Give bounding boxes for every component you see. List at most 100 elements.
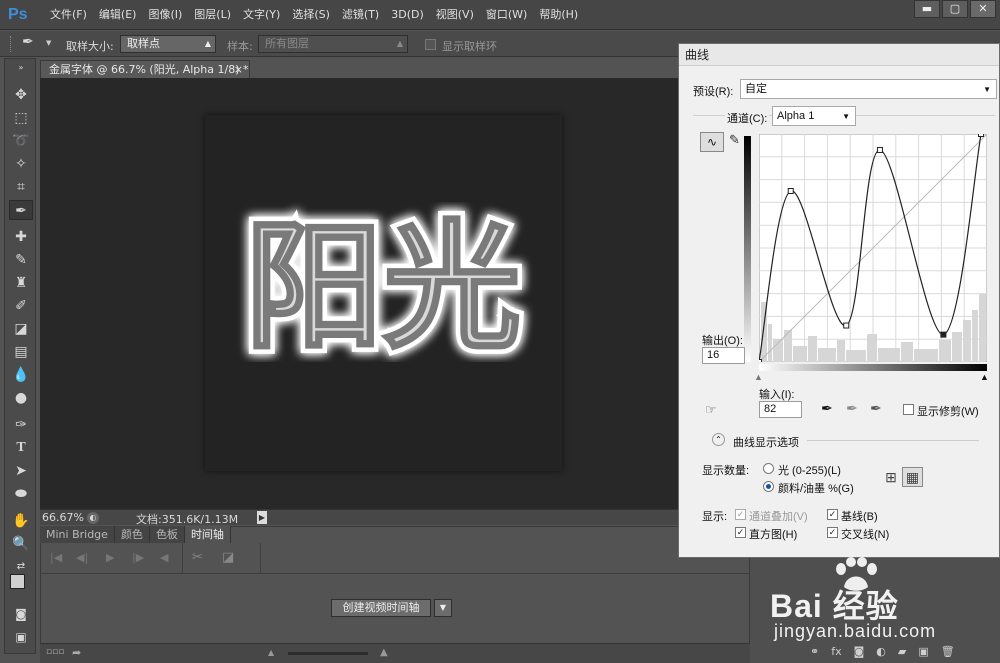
status-menu-arrow-icon[interactable]: ▶ (257, 511, 267, 524)
menu-layer[interactable]: 图层(L) (188, 0, 237, 30)
chevron-down-icon[interactable]: ▼ (434, 599, 452, 617)
tab-swatches[interactable]: 色板 (149, 526, 185, 543)
light-radio[interactable] (763, 463, 774, 474)
healing-brush-tool-icon[interactable]: ✚ (9, 227, 33, 247)
white-point-slider[interactable]: ▲ (980, 372, 989, 382)
convert-icon[interactable]: ➦ (72, 646, 81, 659)
crop-tool-icon[interactable]: ⌗ (9, 177, 33, 197)
output-field[interactable]: 16 (702, 347, 745, 364)
curves-graph[interactable] (759, 134, 987, 362)
tab-timeline[interactable]: 时间轴 (184, 526, 231, 543)
curve-point[interactable] (759, 359, 762, 363)
sample-size-select[interactable]: 取样点 ▲ (120, 35, 216, 53)
type-tool-icon[interactable]: T (9, 438, 33, 458)
eyedropper-tool-icon[interactable]: ✒ (9, 200, 33, 220)
chevron-down-icon[interactable]: ▼ (46, 39, 51, 47)
brush-tool-icon[interactable]: ✎ (9, 250, 33, 270)
magic-wand-tool-icon[interactable]: ✧ (9, 154, 33, 174)
first-frame-icon[interactable]: |◀ (50, 551, 62, 564)
menu-help[interactable]: 帮助(H) (533, 0, 584, 30)
history-brush-tool-icon[interactable]: ✐ (9, 296, 33, 316)
curve-point[interactable] (940, 331, 947, 338)
menu-file[interactable]: 文件(F) (44, 0, 93, 30)
show-ring-label: 显示取样环 (442, 40, 497, 53)
next-frame-icon[interactable]: |▶ (132, 551, 144, 564)
gray-eyedropper-icon[interactable]: ✒ (846, 400, 858, 417)
zoom-tool-icon[interactable]: 🔍 (9, 534, 33, 554)
eraser-tool-icon[interactable]: ◪ (9, 319, 33, 339)
show-clipping-checkbox[interactable] (903, 404, 914, 415)
curve-point[interactable] (978, 134, 985, 137)
baidu-jingyan-watermark: Bai 经验 jingyan.baidu.com (770, 555, 1000, 655)
channel-select[interactable]: Alpha 1 ▼ (772, 106, 856, 126)
path-selection-tool-icon[interactable]: ➤ (9, 461, 33, 481)
move-tool-icon[interactable]: ✥ (9, 85, 33, 105)
hand-tool-icon[interactable]: ✋ (9, 511, 33, 531)
collapse-options-icon[interactable]: ⌃ (712, 433, 725, 446)
screen-mode-icon[interactable]: ▣ (9, 627, 33, 647)
detailed-grid-icon[interactable]: ▦ (902, 467, 923, 487)
document-tab[interactable]: 金属字体 @ 66.7% (阳光, Alpha 1/8) * × (40, 60, 250, 78)
black-point-slider[interactable]: ▲ (754, 372, 763, 382)
sample-size-value: 取样点 (127, 37, 160, 50)
maximize-button[interactable]: ▢ (942, 0, 968, 18)
baseline-checkbox[interactable]: ✓ (827, 509, 838, 520)
menu-select[interactable]: 选择(S) (286, 0, 336, 30)
curve-point[interactable] (843, 322, 850, 329)
simple-grid-icon[interactable]: ⊞ (882, 468, 900, 486)
show-ring-checkbox[interactable] (425, 39, 436, 50)
target-adjustment-hand-icon[interactable]: ☞ (705, 402, 717, 418)
pencil-icon[interactable]: ✎ (729, 132, 740, 148)
tab-mini-bridge[interactable]: Mini Bridge (40, 526, 115, 543)
channel-overlay-checkbox[interactable]: ✓ (735, 509, 746, 520)
create-video-timeline-button[interactable]: 创建视频时间轴 (331, 599, 431, 617)
curve-point[interactable] (787, 188, 794, 194)
dialog-title[interactable]: 曲线 (679, 44, 999, 66)
dodge-tool-icon[interactable]: ● (9, 388, 33, 408)
shape-tool-icon[interactable]: ⬬ (9, 484, 33, 504)
histogram-checkbox[interactable]: ✓ (735, 527, 746, 538)
transition-icon[interactable]: ◪ (222, 550, 234, 565)
blur-tool-icon[interactable]: 💧 (9, 365, 33, 385)
tab-color[interactable]: 颜色 (114, 526, 150, 543)
collapse-icon[interactable]: » (9, 63, 33, 73)
menu-view[interactable]: 视图(V) (430, 0, 480, 30)
zoom-in-mountain-icon[interactable]: ▲ (380, 647, 388, 658)
eyedropper-tool-preset-icon[interactable]: ✒ (22, 34, 34, 50)
input-field[interactable]: 82 (759, 401, 802, 418)
close-button[interactable]: ✕ (970, 0, 996, 18)
previous-frame-icon[interactable]: ◀| (76, 551, 88, 564)
split-scissors-icon[interactable]: ✂ (192, 550, 203, 565)
audio-icon[interactable]: ◀ (160, 551, 168, 564)
marquee-tool-icon[interactable]: ⬚ (9, 108, 33, 128)
gradient-tool-icon[interactable]: ▤ (9, 342, 33, 362)
play-icon[interactable]: ▶ (106, 551, 114, 564)
close-tab-icon[interactable]: × (234, 61, 243, 78)
menu-window[interactable]: 窗口(W) (480, 0, 533, 30)
curve-edit-icon[interactable]: ∿ (700, 132, 724, 152)
pigment-radio[interactable] (763, 481, 774, 492)
foreground-color-swatch[interactable] (10, 574, 25, 589)
zoom-slider[interactable] (288, 652, 368, 655)
intersection-checkbox[interactable]: ✓ (827, 527, 838, 538)
menu-filter[interactable]: 滤镜(T) (336, 0, 385, 30)
menu-image[interactable]: 图像(I) (142, 0, 188, 30)
clone-stamp-tool-icon[interactable]: ♜ (9, 273, 33, 293)
lasso-tool-icon[interactable]: ➰ (9, 131, 33, 151)
pen-tool-icon[interactable]: ✑ (9, 415, 33, 435)
black-eyedropper-icon[interactable]: ✒ (821, 400, 833, 417)
menu-type[interactable]: 文字(Y) (237, 0, 286, 30)
white-eyedropper-icon[interactable]: ✒ (870, 400, 882, 417)
zoom-level[interactable]: 66.67% (42, 511, 84, 524)
minimize-button[interactable]: ▬ (914, 0, 940, 18)
zoom-out-mountain-icon[interactable]: ▲ (268, 648, 274, 657)
menu-edit[interactable]: 编辑(E) (93, 0, 143, 30)
status-info-icon[interactable]: ◐ (87, 512, 99, 524)
render-icon[interactable]: ▫▫▫ (46, 647, 64, 657)
panel-tabs: Mini Bridge 颜色 色板 时间轴 (40, 526, 231, 543)
sample-select[interactable]: 所有图层 ▲ (258, 35, 408, 53)
preset-select[interactable]: 自定 ▼ (740, 79, 997, 99)
menu-3d[interactable]: 3D(D) (385, 0, 430, 30)
curve-point[interactable] (876, 146, 883, 153)
quick-mask-icon[interactable]: ◙ (9, 604, 33, 624)
